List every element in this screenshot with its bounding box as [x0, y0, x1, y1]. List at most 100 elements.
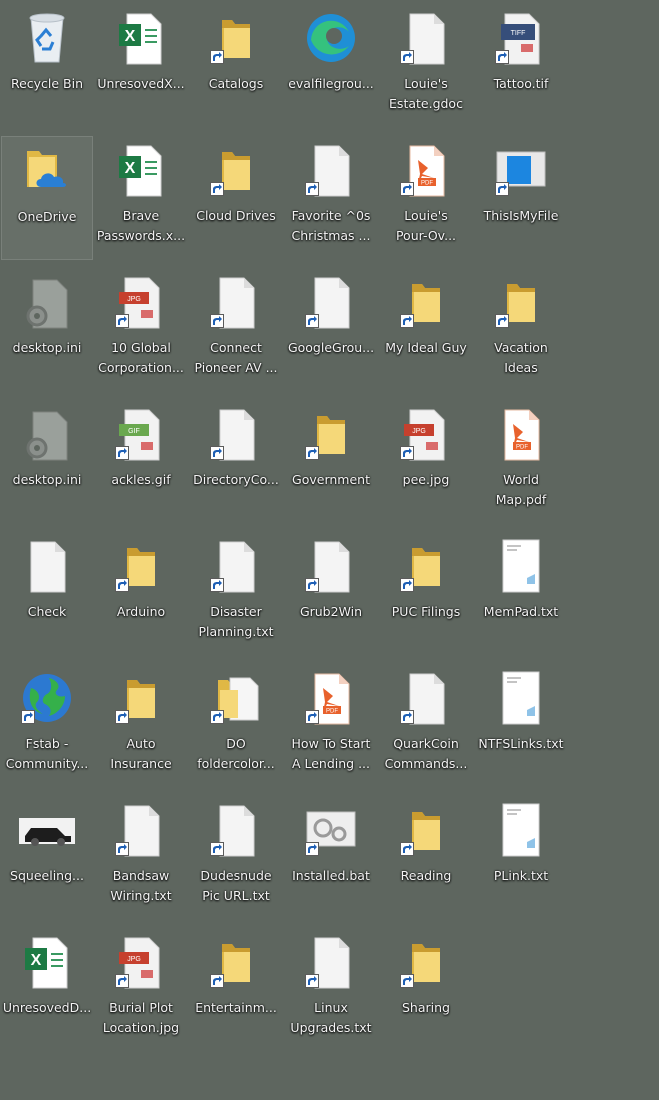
desktop-icon-label: QuarkCoin Commands... [384, 736, 468, 771]
desktop-icon-thisismyfile[interactable]: ThisIsMyFile [475, 136, 567, 260]
desktop-icon-sharing[interactable]: Sharing [380, 928, 472, 1052]
shortcut-arrow-icon [210, 446, 224, 460]
svg-text:JPG: JPG [127, 296, 141, 303]
desktop-icon-label: My Ideal Guy [385, 340, 467, 355]
folder-document-icon [208, 670, 264, 726]
desktop-icon-auto-insurance[interactable]: Auto Insurance [95, 664, 187, 788]
desktop-icon-disaster-planning[interactable]: Disaster Planning.txt [190, 532, 282, 656]
document-icon [208, 406, 264, 462]
desktop-icon-bandsaw-wiring[interactable]: Bandsaw Wiring.txt [95, 796, 187, 920]
desktop-icon-my-ideal-guy[interactable]: My Ideal Guy [380, 268, 472, 392]
desktop-icon-grub2win[interactable]: Grub2Win [285, 532, 377, 656]
desktop-icon-label: How To Start A Lending ... [291, 736, 371, 771]
desktop-icon-onedrive[interactable]: OneDrive [1, 136, 93, 260]
desktop-icon-plink-txt[interactable]: PLink.txt [475, 796, 567, 920]
desktop-icon-label: desktop.ini [12, 472, 82, 487]
shortcut-arrow-icon [305, 578, 319, 592]
desktop-icon-linux-upgrades[interactable]: Linux Upgrades.txt [285, 928, 377, 1052]
desktop-icon-label: desktop.ini [12, 340, 82, 355]
svg-text:JPG: JPG [412, 428, 426, 435]
desktop-icon-mempad-txt[interactable]: MemPad.txt [475, 532, 567, 656]
desktop-icon-global-corporation[interactable]: JPG 10 Global Corporation... [95, 268, 187, 392]
desktop-icon-burial-plot-location[interactable]: JPG Burial Plot Location.jpg [95, 928, 187, 1052]
desktop-icon-tattoo-tif[interactable]: TIFF Tattoo.tif [475, 4, 567, 128]
folder-icon [208, 142, 264, 198]
folder-icon [208, 10, 264, 66]
desktop-icon-favorite-christmas[interactable]: Favorite ^0s Christmas ... [285, 136, 377, 260]
folder-icon [398, 934, 454, 990]
desktop-icon-unresovedx[interactable]: X UnresovedX... [95, 4, 187, 128]
desktop-icon-ackles-gif[interactable]: GIF ackles.gif [95, 400, 187, 524]
desktop-icon-connect-pioneer[interactable]: Connect Pioneer AV ... [190, 268, 282, 392]
desktop-icon-label: DO foldercolor... [197, 736, 275, 771]
shortcut-arrow-icon [115, 314, 129, 328]
settings-file-icon [19, 274, 75, 330]
folder-icon [493, 274, 549, 330]
desktop-icon-louies-estate-gdoc[interactable]: Louie's Estate.gdoc [380, 4, 472, 128]
desktop-icon-how-to-start-lending[interactable]: PDF How To Start A Lending ... [285, 664, 377, 788]
svg-text:PDF: PDF [516, 445, 528, 451]
shortcut-arrow-icon [115, 446, 129, 460]
desktop-icon-vacation-ideas[interactable]: Vacation Ideas [475, 268, 567, 392]
desktop-icon-label: pee.jpg [402, 472, 450, 487]
image-file-icon: JPG [113, 934, 169, 990]
desktop-icon-reading[interactable]: Reading [380, 796, 472, 920]
shortcut-arrow-icon [495, 182, 509, 196]
desktop-icon-dudesnude-pic-url[interactable]: Dudesnude Pic URL.txt [190, 796, 282, 920]
svg-text:GIF: GIF [128, 428, 140, 435]
desktop-icon-government[interactable]: Government [285, 400, 377, 524]
car-photo-icon [19, 802, 75, 858]
desktop-icon-pee-jpg[interactable]: JPG pee.jpg [380, 400, 472, 524]
desktop-icon-installed-bat[interactable]: Installed.bat [285, 796, 377, 920]
desktop-icon-fstab-community[interactable]: Fstab - Community... [1, 664, 93, 788]
folder-icon [113, 538, 169, 594]
globe-icon [19, 670, 75, 726]
shortcut-arrow-icon [400, 578, 414, 592]
desktop-icon-label: DirectoryCo... [193, 472, 279, 487]
shortcut-arrow-icon [400, 182, 414, 196]
desktop-icon-cloud-drives[interactable]: Cloud Drives [190, 136, 282, 260]
svg-text:PDF: PDF [326, 709, 338, 715]
desktop-icon-recycle-bin[interactable]: Recycle Bin [1, 4, 93, 128]
desktop-icon-desktop-ini-1[interactable]: desktop.ini [1, 268, 93, 392]
shortcut-arrow-icon [495, 50, 509, 64]
desktop-icon-googlegroups[interactable]: GoogleGrou... [285, 268, 377, 392]
folder-icon [303, 406, 359, 462]
desktop-icon-unresovedd[interactable]: X UnresovedD... [1, 928, 93, 1052]
document-icon [303, 538, 359, 594]
shortcut-arrow-icon [210, 314, 224, 328]
document-icon [303, 142, 359, 198]
document-icon [303, 274, 359, 330]
desktop-icon-check[interactable]: Check [1, 532, 93, 656]
shortcut-arrow-icon [210, 974, 224, 988]
desktop-icon-label: UnresovedX... [97, 76, 185, 91]
desktop-icon-directoryco[interactable]: DirectoryCo... [190, 400, 282, 524]
shortcut-arrow-icon [210, 710, 224, 724]
shortcut-arrow-icon [21, 710, 35, 724]
shortcut-arrow-icon [400, 974, 414, 988]
desktop-icon-squeeling[interactable]: Squeeling... [1, 796, 93, 920]
desktop-icon-ntfslinks-txt[interactable]: NTFSLinks.txt [475, 664, 567, 788]
shortcut-arrow-icon [495, 314, 509, 328]
desktop-icon-label: Tattoo.tif [493, 76, 549, 91]
desktop-icon-label: Disaster Planning.txt [198, 604, 274, 639]
desktop-icon-evalfilegroup[interactable]: evalfilegrou... [285, 4, 377, 128]
desktop-icon-label: Installed.bat [292, 868, 370, 883]
shortcut-arrow-icon [400, 446, 414, 460]
desktop-icon-arduino[interactable]: Arduino [95, 532, 187, 656]
desktop-icon-quarkcoin-commands[interactable]: QuarkCoin Commands... [380, 664, 472, 788]
desktop-icon-louies-pour-over[interactable]: PDF Louie's Pour-Ov... [380, 136, 472, 260]
document-icon [19, 538, 75, 594]
desktop-icon-brave-passwords[interactable]: X Brave Passwords.x... [95, 136, 187, 260]
desktop-icon-catalogs[interactable]: Catalogs [190, 4, 282, 128]
desktop-icon-entertainment[interactable]: Entertainm... [190, 928, 282, 1052]
desktop-icon-label: Dudesnude Pic URL.txt [200, 868, 272, 903]
desktop-icon-world-map-pdf[interactable]: PDF World Map.pdf [475, 400, 567, 524]
desktop-icon-label: Government [292, 472, 370, 487]
pdf-icon: PDF [493, 406, 549, 462]
desktop-icon-do-foldercolor[interactable]: DO foldercolor... [190, 664, 282, 788]
desktop-icon-label: Arduino [116, 604, 166, 619]
desktop-icon-desktop-ini-2[interactable]: desktop.ini [1, 400, 93, 524]
desktop-icon-label: Favorite ^0s Christmas ... [291, 208, 371, 243]
desktop-icon-puc-filings[interactable]: PUC Filings [380, 532, 472, 656]
